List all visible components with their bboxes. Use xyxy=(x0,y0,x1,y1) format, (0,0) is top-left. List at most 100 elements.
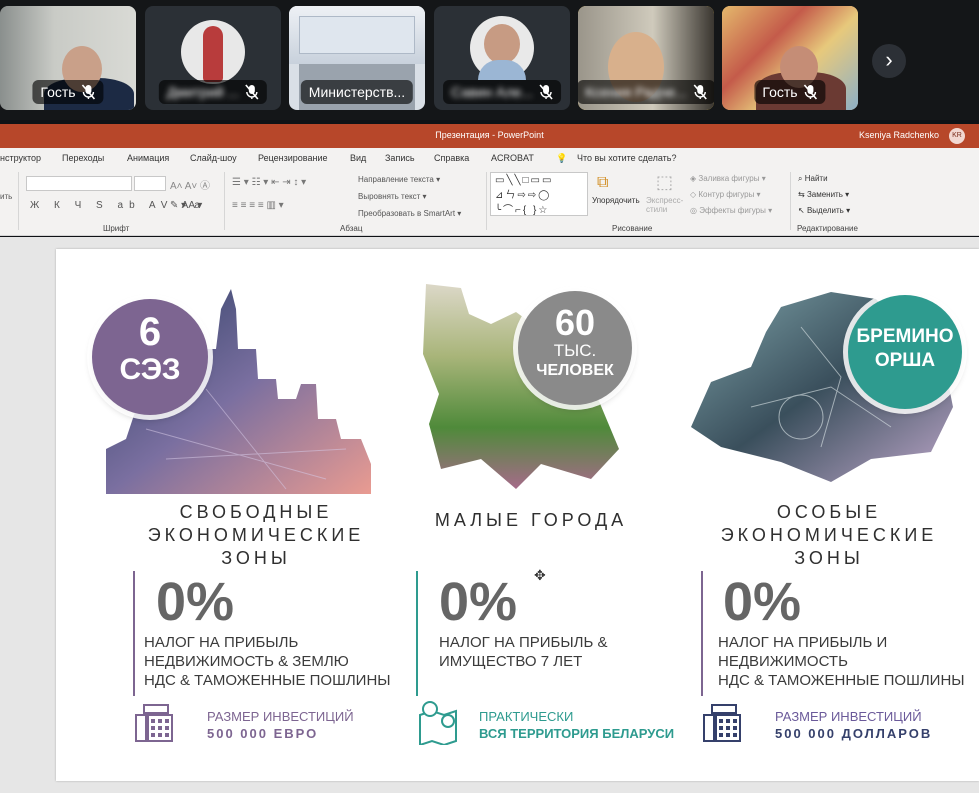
lightbulb-icon: 💡 xyxy=(556,153,568,163)
badge-line-1: БРЕМИНО xyxy=(856,326,954,347)
title-line: ОСОБЫЕ xyxy=(776,502,882,522)
tab-constructor[interactable]: нструктор xyxy=(0,153,41,163)
participant-name: Министерств... xyxy=(300,80,414,104)
align-text-button[interactable]: Выровнять текст ▾ xyxy=(358,192,427,201)
shape-effects-button[interactable]: ◎ Эффекты фигуры ▾ xyxy=(690,206,772,215)
next-participants-button[interactable]: › xyxy=(872,44,906,78)
align-buttons-icon[interactable]: ≡ ≡ ≡ ≡ ▥ ▾ xyxy=(232,200,284,211)
title-line: ЭКОНОМИЧЕСКИЕ xyxy=(720,525,938,545)
title-line: СВОБОДНЫЕ xyxy=(179,502,333,522)
desc-line: ИМУЩЕСТВО 7 ЛЕТ xyxy=(439,653,583,670)
desc-line: НАЛОГ НА ПРИБЫЛЬ И xyxy=(718,634,888,651)
paragraph-group-label: Абзац xyxy=(340,224,363,233)
quick-styles-icon: ⬚ xyxy=(656,172,674,192)
slide[interactable]: 6 СЭЗ 60 ТЫС. ЧЕЛОВЕК БРЕМИНО ОРША СВОБО… xyxy=(56,249,979,781)
mic-muted-icon xyxy=(539,84,553,100)
tax-percent: 0% xyxy=(439,572,518,632)
drawing-group-label: Рисование xyxy=(612,224,653,233)
desc-line: НЕДВИЖИМОСТЬ & ЗЕМЛЮ xyxy=(144,653,349,670)
smartart-label: Преобразовать в SmartArt xyxy=(358,209,456,218)
desc-line: НДС & ТАМОЖЕННЫЕ ПОШЛИНЫ xyxy=(144,672,391,689)
video-participants-strip: Гость Дмитрий ... Министерств... Савин А… xyxy=(0,0,979,120)
title-line: ЭКОНОМИЧЕСКИЕ xyxy=(147,525,365,545)
select-button[interactable]: ↖ Выделить ▾ xyxy=(798,206,850,215)
tax-description: НАЛОГ НА ПРИБЫЛЬ И НЕДВИЖИМОСТЬ НДС & ТА… xyxy=(718,633,965,690)
user-name[interactable]: Kseniya Radchenko xyxy=(859,130,939,140)
population-badge: 60 ТЫС. ЧЕЛОВЕК xyxy=(518,291,632,405)
shapes-gallery[interactable]: ▭╲╲□▭▭ ⊿ㄣ⇨⇨◯ ╰⌒⌐{ }☆ xyxy=(490,172,588,216)
tab-animation[interactable]: Анимация xyxy=(127,153,169,163)
desc-line: НДС & ТАМОЖЕННЫЕ ПОШЛИНЫ xyxy=(718,672,965,689)
investment-label: РАЗМЕР ИНВЕСТИЦИЙ xyxy=(775,709,922,724)
participant-label: Гость xyxy=(762,84,798,100)
tab-review[interactable]: Рецензирование xyxy=(258,153,328,163)
investment-label: ПРАКТИЧЕСКИ xyxy=(479,709,574,724)
font-size-controls-icon[interactable]: A˄ A˅ Ⓐ xyxy=(170,177,210,192)
chevron-right-icon: › xyxy=(885,47,893,72)
shape-outline-button[interactable]: ◇ Контур фигуры ▾ xyxy=(690,190,761,199)
shape-fill-button[interactable]: ◈ Заливка фигуры ▾ xyxy=(690,174,766,183)
badge-number: 60 xyxy=(554,302,596,343)
text-direction-label: Направление текста xyxy=(358,175,434,184)
find-label: Найти xyxy=(804,174,828,183)
badge-line-2: ОРША xyxy=(874,350,936,371)
participant-label: Дмитрий ... xyxy=(166,84,240,100)
tab-view[interactable]: Вид xyxy=(350,153,366,163)
replace-icon: ⇆ xyxy=(798,190,805,199)
shapes-icon: ▭╲╲□▭▭ ⊿ㄣ⇨⇨◯ ╰⌒⌐{ }☆ xyxy=(495,175,554,216)
arrange-button[interactable]: Упорядочить xyxy=(592,196,640,205)
title-line: МАЛЫЕ ГОРОДА xyxy=(434,510,628,530)
text-direction-button[interactable]: Направление текста ▾ xyxy=(358,175,440,184)
tab-help[interactable]: Справка xyxy=(434,153,469,163)
calculator-icon xyxy=(135,704,173,742)
smartart-button[interactable]: Преобразовать в SmartArt ▾ xyxy=(358,209,461,218)
tax-percent: 0% xyxy=(723,572,802,632)
tell-me-search[interactable]: Что вы хотите сделать? xyxy=(577,153,677,163)
desc-line: НАЛОГ НА ПРИБЫЛЬ xyxy=(144,634,299,651)
shape-effects-label: Эффекты фигуры xyxy=(699,206,766,215)
participant-tile[interactable]: Гость xyxy=(0,6,136,110)
participant-name: Гость xyxy=(754,80,826,104)
find-button[interactable]: ⌕ Найти xyxy=(798,174,828,184)
ribbon-tabs: нструктор Переходы Анимация Слайд-шоу Ре… xyxy=(0,148,979,168)
title-line: ЗОНЫ xyxy=(221,548,291,568)
participant-tile[interactable]: Министерств... xyxy=(289,6,425,110)
badge-label: ЧЕЛОВЕК xyxy=(536,362,614,379)
list-buttons-icon[interactable]: ☰ ▾ ☷ ▾ ⇤ ⇥ ↕ ▾ xyxy=(232,177,306,188)
font-group-label: Шрифт xyxy=(103,224,130,233)
divider-line xyxy=(133,571,135,696)
search-icon: ⌕ xyxy=(798,174,803,183)
tab-acrobat[interactable]: ACROBAT xyxy=(491,153,534,163)
divider-line xyxy=(701,571,703,696)
move-cursor-icon: ✥ xyxy=(534,567,546,583)
badge-label: СЭЗ xyxy=(119,353,181,386)
participant-name: Дмитрий ... xyxy=(158,80,268,104)
investment-label: РАЗМЕР ИНВЕСТИЦИЙ xyxy=(207,709,354,724)
shape-fill-label: Заливка фигуры xyxy=(698,174,760,183)
cursor-icon: ↖ xyxy=(798,206,805,215)
tab-slideshow[interactable]: Слайд-шоу xyxy=(190,153,237,163)
replace-button[interactable]: ⇆ Заменить ▾ xyxy=(798,190,849,199)
divider-line xyxy=(416,571,418,696)
participant-label: Савин Але... xyxy=(451,84,533,100)
font-family-select[interactable] xyxy=(26,176,132,191)
participant-tile[interactable]: Гость xyxy=(722,6,858,110)
align-text-label: Выровнять текст xyxy=(358,192,421,201)
column-title: ОСОБЫЕ ЭКОНОМИЧЕСКИЕ ЗОНЫ xyxy=(684,501,974,570)
title-line: ЗОНЫ xyxy=(794,548,864,568)
participant-name: Гость xyxy=(32,80,104,104)
tab-transitions[interactable]: Переходы xyxy=(62,153,104,163)
highlight-color-icon[interactable]: ✎ ▾ A ▾ xyxy=(170,200,202,211)
participant-tile[interactable]: Дмитрий ... xyxy=(145,6,281,110)
mic-muted-icon xyxy=(693,84,707,100)
font-size-select[interactable] xyxy=(134,176,166,191)
participant-name: Савин Але... xyxy=(443,80,561,104)
sez-count-badge: 6 СЭЗ xyxy=(92,299,208,415)
quick-styles-button[interactable]: Экспресс-стили xyxy=(646,196,690,214)
tab-record[interactable]: Запись xyxy=(385,153,415,163)
avatar[interactable]: KR xyxy=(949,128,965,144)
mic-muted-icon xyxy=(81,84,96,100)
participant-tile-active[interactable]: Ксения Радче... xyxy=(578,6,714,110)
participant-tile[interactable]: Савин Але... xyxy=(434,6,570,110)
desc-line: НАЛОГ НА ПРИБЫЛЬ & xyxy=(439,634,608,651)
